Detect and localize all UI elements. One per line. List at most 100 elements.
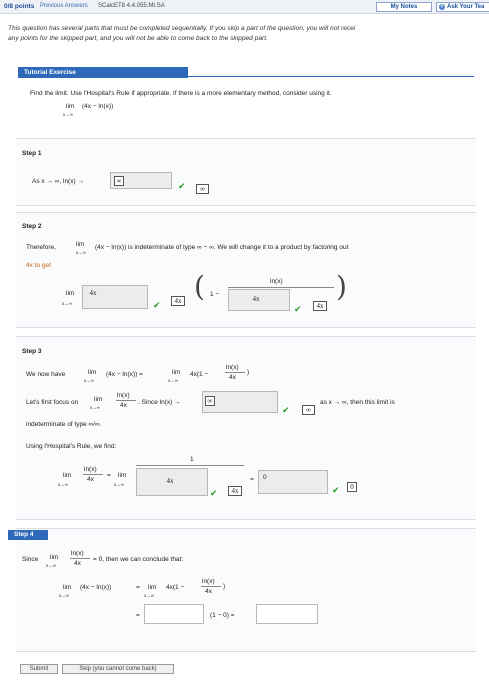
step-4-line1-b: = 0, then we can conclude that: [93,556,184,563]
step-3-line1-frac-bar [225,372,245,373]
step-3-equals: = [250,476,254,483]
step-1-text: As x → ∞, ln(x) → [32,178,84,185]
step-3-hop-num: ln(x) [84,466,97,473]
step-2-text-c: 4x to get [26,262,51,269]
step-3-line1-lim: lim [88,369,97,376]
submit-button[interactable]: Submit [20,664,58,674]
step-3-line1-a: We now have [26,371,66,378]
tutorial-prompt: Find the limit. Use l'Hospital's Rule if… [30,90,332,97]
my-notes-button[interactable]: My Notes [376,2,432,12]
step-2-denominator-box[interactable]: 4x [228,289,290,311]
step-3-label: Step 3 [22,348,42,355]
note-line-1: This question has several parts that mus… [8,25,356,32]
step-3-hop-eq: = [107,472,111,479]
step-3-line2-frac-den: 4x [120,402,127,409]
step-3-hop-frac-bar [83,474,103,475]
step-4-blank-1[interactable] [144,604,204,624]
step-1-label: Step 1 [22,150,42,157]
step-3-hop-den: 4x [87,476,94,483]
open-paren: ( [194,270,205,303]
step-4-rhs-frac-bar [201,586,221,587]
step-1-answer-box[interactable]: ∞ [110,172,172,189]
step-4-frac-bar [70,558,90,559]
problem-code: SCalcET8 4.4.055.MI.SA [98,3,165,9]
step-4-rhs-den: 4x [205,588,212,595]
previous-answers-link[interactable]: Previous Answers [40,3,88,9]
step-4-frac-den: 4x [74,560,81,567]
step-3-line1-b: (4x − ln(x)) = [106,371,143,378]
step-4-rhs-close: ) [223,583,226,590]
step-3-line1-frac-num: ln(x) [226,364,239,371]
step-3-line2-c: as x → ∞, then this limit is [320,399,395,406]
step-4-expr: (4x − ln(x)) [80,584,112,591]
step-2-denominator-answer: 4x [252,295,260,303]
plus-icon: + [439,4,445,10]
step-1-answer: ∞ [114,176,124,186]
step-3-line2-lim-sub: x→∞ [90,405,100,410]
step-3-line4: Using l'Hospital's Rule, we find: [26,443,117,450]
points-label: 0/8 points [4,3,35,10]
step-3-denominator-answer: 4x [166,477,174,485]
step-3-line1-frac-den: 4x [229,374,236,381]
step-3-line1-close: ) [247,369,250,376]
step-2-lim-2: lim [66,290,75,297]
step-4-frac-num: ln(x) [71,550,84,557]
step-4-rhs: 4x(1 − [166,584,185,591]
step-2-factor-answer: 4x [89,289,97,297]
step-3-line2-b: . Since ln(x) → [138,399,181,406]
step-4-lim-3: lim [148,584,157,591]
step-2-label: Step 2 [22,223,42,230]
prompt-expr: (4x − ln(x)) [82,103,114,110]
step-3-line1-lim-2: lim [172,369,181,376]
step-3-denominator-box[interactable]: 4x [136,468,208,496]
step-3-infinity-box[interactable]: ∞ [202,391,278,413]
step-3-result-correct: 0 [347,482,357,492]
ask-teacher-button[interactable]: + Ask Your Tea [436,2,489,12]
step-4-mid: (1 − 0) = [210,612,235,619]
step-2-text: (4x − ln(x)) is indeterminate of type ∞ … [95,244,349,251]
close-paren: ) [336,270,347,303]
step-3-big-frac-bar [136,465,244,466]
step-2-therefore: Therefore, [26,244,56,251]
step-2-lim-2-sub: x→∞ [62,301,72,306]
step-2-fraction-bar [228,287,334,288]
step-3-line2-frac-bar [116,400,136,401]
note-line-2: any points for the skipped part, and you… [8,35,268,42]
top-bar: 0/8 points Previous Answers SCalcET8 4.4… [0,0,489,14]
step-4-eq: = [136,584,140,591]
step-3-line2-lim: lim [94,396,103,403]
step-1-check-icon: ✔ [178,181,186,191]
step-3-panel [16,336,476,520]
step-3-one: 1 [190,456,194,463]
prompt-lim: lim [66,103,75,110]
step-4-since: Since [22,556,39,563]
step-3-line2-frac-num: ln(x) [117,392,130,399]
step-2-factor-correct: 4x [171,296,185,306]
step-4-lim-2-sub: x→∞ [59,593,69,598]
step-3-denominator-correct: 4x [228,486,242,496]
step-1-correct-answer: ∞ [196,184,209,194]
step-2-lim-sub: x→∞ [76,250,86,255]
step-3-lim-b-sub: x→∞ [114,482,124,487]
step-3-result-check-icon: ✔ [332,485,340,495]
step-2-denominator-check-icon: ✔ [294,304,302,314]
skip-button[interactable]: Skip (you cannot come back) [62,664,174,674]
tutorial-header-rule [188,76,474,77]
step-4-blank-2[interactable] [256,604,318,624]
step-4-lim-sub: x→∞ [46,563,56,568]
step-2-factor-box[interactable]: 4x [82,285,148,309]
step-4-lim-3-sub: x→∞ [144,593,154,598]
step-2-one-minus: 1 − [210,291,220,298]
step-3-line1-lim-2-sub: x→∞ [168,378,178,383]
prompt-lim-sub: x→∞ [63,112,73,117]
step-3-line2-a: Let's first focus on [26,399,79,406]
step-3-infinity-correct: ∞ [302,405,315,415]
step-2-lim: lim [76,241,85,248]
step-3-lim-a: lim [63,472,72,479]
ask-teacher-label: Ask Your Tea [447,4,485,10]
step-3-line3: indeterminate of type ∞/∞. [26,421,102,428]
step-4-eq-2: = [136,612,140,619]
tutorial-header: Tutorial Exercise [18,67,188,78]
step-3-result-box[interactable]: 0 [258,470,328,494]
step-4-lim: lim [50,554,59,561]
